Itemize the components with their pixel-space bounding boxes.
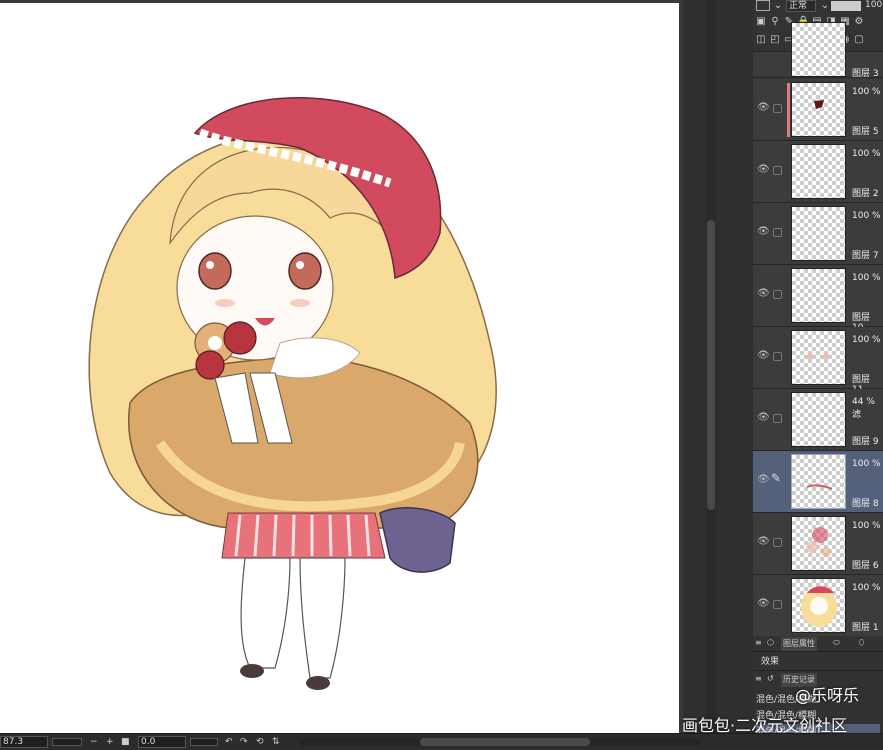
opacity-value: 100 xyxy=(865,0,883,10)
layer-opacity: 100 % xyxy=(852,459,881,469)
zoom-in-icon[interactable]: + xyxy=(106,736,114,748)
blend-mode-select[interactable]: 正常 xyxy=(786,0,816,12)
lock-checkbox[interactable] xyxy=(773,352,782,361)
layer-row-selected[interactable]: 👁 ✎ 100 % 图层 8 xyxy=(753,451,883,513)
pen-icon: ✎ xyxy=(771,471,782,485)
drawing-canvas[interactable] xyxy=(0,3,679,733)
layer-name: 图层 5 xyxy=(852,127,879,137)
tab-icon[interactable]: ⬯ xyxy=(859,636,864,650)
layer-color-swatch[interactable] xyxy=(756,0,770,11)
flip-icon[interactable]: ⇅ xyxy=(272,736,280,748)
lock-checkbox[interactable] xyxy=(773,600,782,609)
layer-row[interactable]: 👁 44 %滤 图层 9 xyxy=(753,389,883,451)
angle-input[interactable]: 0.0 xyxy=(138,736,186,748)
zoom-input[interactable]: 87.3 xyxy=(0,736,48,748)
canvas-area[interactable] xyxy=(0,0,683,733)
horizontal-scrollbar-thumb[interactable] xyxy=(420,738,590,746)
lock-checkbox[interactable] xyxy=(773,414,782,423)
layer-row[interactable]: 👁 100 % 图层 7 xyxy=(753,203,883,265)
zoom-slider[interactable] xyxy=(52,738,82,746)
layer-opacity: 100 % xyxy=(852,273,881,283)
layer-row[interactable]: 👁 100 % 图层 11 xyxy=(753,327,883,395)
fit-icon[interactable]: ■ xyxy=(121,736,130,748)
app-window: ⌄ 正常 ⌄ 100 ▣ ⚲ ✎ 🔒 ▤ ◨ ▦ ⚙ ◫ ◰ ▭ ⧉ ⇣ 🗑 xyxy=(0,0,883,750)
layer-row[interactable]: 图层 3 xyxy=(753,22,883,79)
layer-name: 图层 9 xyxy=(852,437,879,447)
layer-property-icon: ⬡ xyxy=(767,638,774,647)
layer-row[interactable]: 👁 100 % 图层 2 xyxy=(753,141,883,203)
eye-icon[interactable]: 👁 xyxy=(757,413,770,423)
rotate-left-icon[interactable]: ↶ xyxy=(225,736,233,748)
layer-name: 图层 6 xyxy=(852,561,879,571)
effect-label: 效果 xyxy=(761,657,780,667)
eye-icon[interactable]: 👁 xyxy=(757,475,770,485)
opacity-slider[interactable] xyxy=(831,1,861,11)
lock-checkbox[interactable] xyxy=(773,228,782,237)
clip-layer-icon[interactable]: ▣ xyxy=(755,16,767,28)
layer-opacity: 100 % xyxy=(852,521,881,531)
layer-thumbnail xyxy=(791,578,846,633)
eye-icon[interactable]: 👁 xyxy=(757,165,770,175)
layer-name: 图层 7 xyxy=(852,251,879,261)
layer-thumbnail xyxy=(791,206,846,261)
layer-row[interactable]: 👁 100 % 图层 1 xyxy=(753,575,883,637)
layer-name: 图层 2 xyxy=(852,189,879,199)
layer-color-bar xyxy=(787,83,790,137)
layer-thumbnail xyxy=(791,330,846,385)
lock-checkbox[interactable] xyxy=(773,166,782,175)
layer-row[interactable]: 👁 100 % 图层 6 xyxy=(753,513,883,575)
eye-icon[interactable]: 👁 xyxy=(757,227,770,237)
vertical-scrollbar-thumb[interactable] xyxy=(707,220,715,510)
tab-layer-property[interactable]: 图层属性 xyxy=(781,637,817,651)
eye-icon[interactable]: 👁 xyxy=(757,537,770,547)
layer-opacity: 100 % xyxy=(852,149,881,159)
angle-slider[interactable] xyxy=(190,738,218,746)
layer-row[interactable]: 👁 100 % 图层 5 xyxy=(753,79,883,141)
settings-icon[interactable]: ⚙ xyxy=(853,16,865,28)
eye-icon[interactable]: 👁 xyxy=(757,351,770,361)
layer-opacity: 100 % xyxy=(852,87,881,97)
layer-opacity: 100 % xyxy=(852,335,881,345)
layer-name: 图层 8 xyxy=(852,499,879,509)
chevron-down-icon[interactable]: ⌄ xyxy=(772,0,784,12)
horizontal-scrollbar[interactable] xyxy=(300,738,700,746)
layer-thumbnail xyxy=(791,144,846,199)
chibi-illustration xyxy=(88,96,497,690)
rotate-right-icon[interactable]: ↷ xyxy=(240,736,248,748)
lock-checkbox[interactable] xyxy=(773,104,782,113)
eye-icon[interactable]: 👁 xyxy=(757,289,770,299)
layer-panel: ⌄ 正常 ⌄ 100 ▣ ⚲ ✎ 🔒 ▤ ◨ ▦ ⚙ ◫ ◰ ▭ ⧉ ⇣ 🗑 xyxy=(753,0,883,737)
new-raster-layer-icon[interactable]: ◫ xyxy=(755,34,767,46)
layer-opacity: 100 % xyxy=(852,583,881,593)
apply-mask-icon[interactable]: ▢ xyxy=(853,34,865,46)
layer-thumbnail xyxy=(791,392,846,447)
layer-thumbnail xyxy=(791,454,846,509)
layer-opacity: 44 %滤 xyxy=(852,397,875,420)
layer-thumbnail xyxy=(791,516,846,571)
eye-icon[interactable]: 👁 xyxy=(757,599,770,609)
tab-icon[interactable]: ⬭ xyxy=(833,636,840,650)
layer-name: 图层 3 xyxy=(852,69,879,79)
zoom-out-icon[interactable]: − xyxy=(90,736,98,748)
layer-thumbnail xyxy=(791,22,846,77)
eye-icon[interactable]: 👁 xyxy=(757,103,770,113)
layer-row[interactable]: 👁 100 % 图层 10 xyxy=(753,265,883,333)
watermark-user: @乐呀乐 xyxy=(795,686,860,705)
chevron-down-icon[interactable]: ⌄ xyxy=(819,0,831,12)
menu-icon[interactable]: ≡ xyxy=(755,672,762,686)
new-vector-layer-icon[interactable]: ◰ xyxy=(769,34,781,46)
watermark-site: 画包包·二次元文创社区 xyxy=(682,716,848,735)
history-icon: ↺ xyxy=(767,674,774,683)
layer-thumbnail xyxy=(791,82,846,137)
reset-rotation-icon[interactable]: ⟲ xyxy=(256,736,264,748)
layer-thumbnail xyxy=(791,268,846,323)
panel-gap xyxy=(683,0,753,733)
layer-name: 图层 1 xyxy=(852,623,879,633)
lock-checkbox[interactable] xyxy=(773,538,782,547)
lock-checkbox[interactable] xyxy=(773,290,782,299)
menu-icon[interactable]: ≡ xyxy=(755,636,762,650)
vertical-scrollbar[interactable] xyxy=(706,0,716,733)
layer-opacity: 100 % xyxy=(852,211,881,221)
reference-layer-icon[interactable]: ⚲ xyxy=(769,16,781,28)
